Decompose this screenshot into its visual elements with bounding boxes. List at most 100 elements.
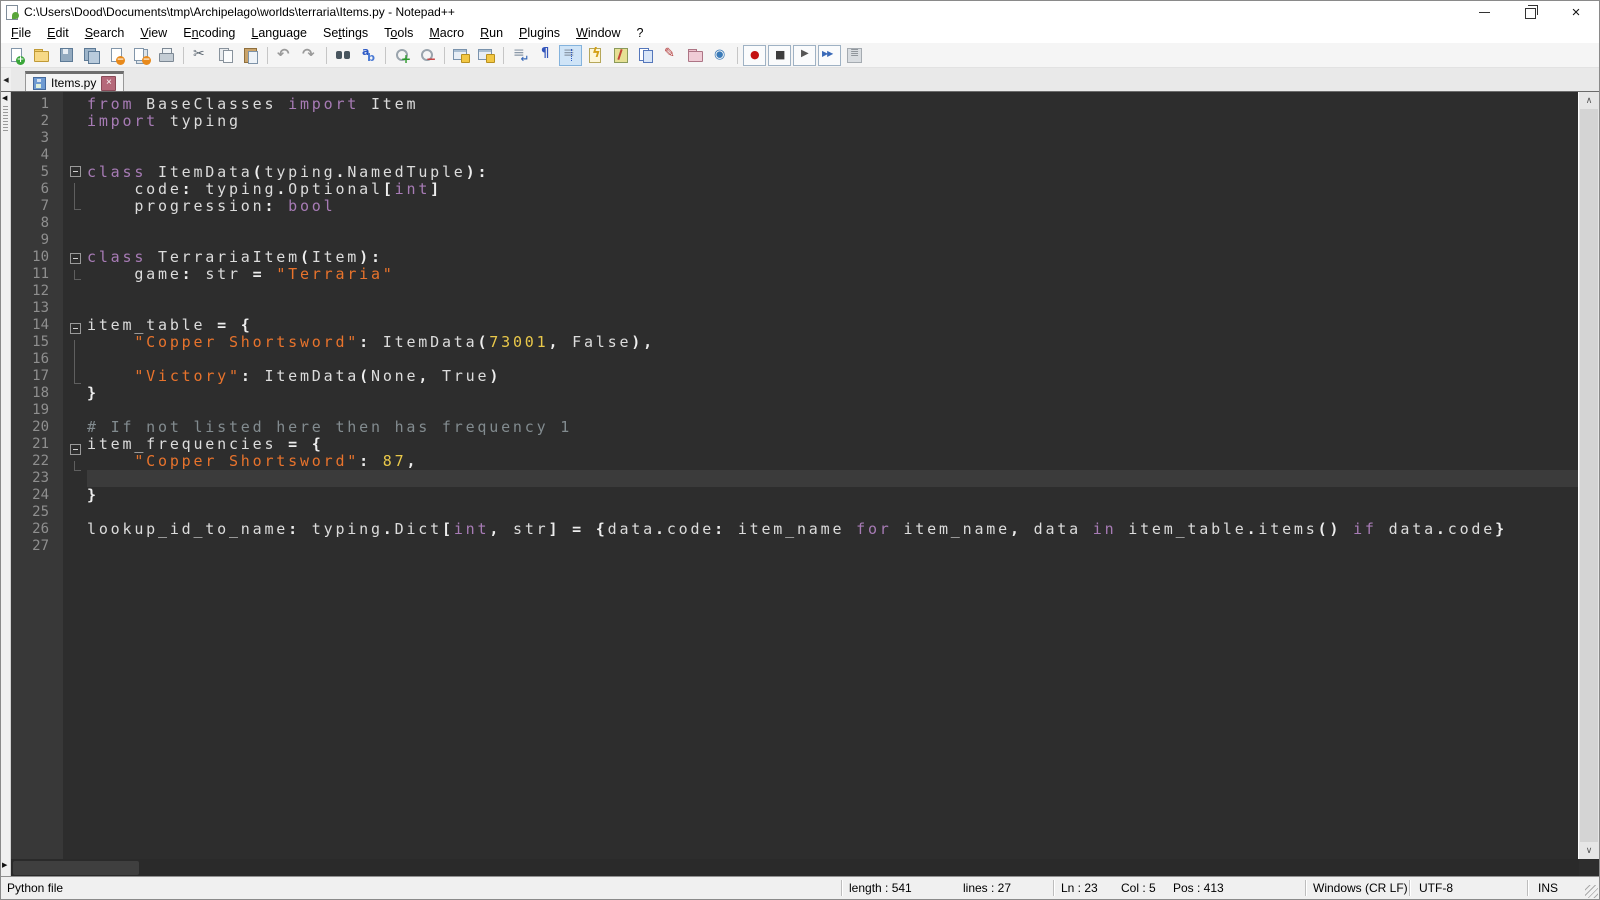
- menu-window[interactable]: Window: [568, 24, 628, 42]
- menu-help[interactable]: ?: [629, 24, 652, 42]
- zoom-out-icon: [419, 47, 436, 63]
- fold-guide-end: [63, 374, 87, 391]
- show-indent-guide-button[interactable]: [559, 45, 582, 66]
- new-file-button[interactable]: [5, 45, 28, 66]
- fold-minus-icon[interactable]: [70, 253, 81, 264]
- panel-splitter[interactable]: ◀ ▶: [1, 92, 11, 877]
- macro-run-multiple-button[interactable]: [818, 45, 841, 66]
- zoom-in-button[interactable]: [391, 45, 414, 66]
- notepad-plus-plus-app-icon: [5, 5, 19, 19]
- scroll-up-icon[interactable]: ∧: [1579, 92, 1599, 109]
- sync-vertical-scrolling-button[interactable]: [450, 45, 473, 66]
- menu-edit[interactable]: Edit: [39, 24, 77, 42]
- menu-plugins[interactable]: Plugins: [511, 24, 568, 42]
- resize-grip[interactable]: [1585, 885, 1598, 898]
- menu-macro[interactable]: Macro: [421, 24, 472, 42]
- code-line: [87, 351, 1579, 368]
- status-cursor-col: Col : 5: [1121, 881, 1156, 895]
- cut-button[interactable]: [189, 45, 212, 66]
- paste-button[interactable]: [239, 45, 262, 66]
- code-line: code: typing.Optional[int]: [87, 181, 1579, 198]
- splitter-collapse-left-icon[interactable]: ◀: [2, 94, 7, 102]
- open-button[interactable]: [30, 45, 53, 66]
- macro-save-button[interactable]: [843, 45, 866, 66]
- fold-margin[interactable]: [63, 92, 87, 859]
- current-line: [87, 470, 1579, 487]
- document-list-button[interactable]: [634, 45, 657, 66]
- status-eol-format[interactable]: Windows (CR LF): [1313, 881, 1408, 895]
- menu-search[interactable]: Search: [77, 24, 133, 42]
- fold-cell: [63, 96, 87, 113]
- word-wrap-button[interactable]: [509, 45, 532, 66]
- fold-guide-line: [63, 357, 87, 374]
- show-indent-guide-icon: [562, 47, 579, 63]
- line-number: 20: [11, 419, 63, 436]
- menu-language[interactable]: Language: [243, 24, 315, 42]
- menu-file[interactable]: File: [3, 24, 39, 42]
- window-controls: ×: [1461, 1, 1599, 23]
- fold-collapse-marker[interactable]: [63, 444, 87, 461]
- fold-minus-icon[interactable]: [70, 166, 81, 177]
- function-list-icon: [587, 47, 604, 63]
- tab-close-icon[interactable]: ×: [101, 76, 116, 91]
- fold-minus-icon[interactable]: [70, 444, 81, 455]
- splitter-grip: [3, 106, 8, 132]
- print-button[interactable]: [155, 45, 178, 66]
- document-map-button[interactable]: [609, 45, 632, 66]
- undo-button[interactable]: [273, 45, 296, 66]
- menu-encoding[interactable]: Encoding: [175, 24, 243, 42]
- close-button[interactable]: [105, 45, 128, 66]
- replace-button[interactable]: [357, 45, 380, 66]
- horizontal-scrollbar[interactable]: [11, 859, 1579, 877]
- scroll-down-icon[interactable]: ∨: [1579, 842, 1599, 859]
- macro-stop-button[interactable]: [768, 45, 791, 66]
- fold-cell: [63, 512, 87, 529]
- tab-label: Items.py: [51, 76, 96, 90]
- sync-horizontal-scrolling-button[interactable]: [475, 45, 498, 66]
- restore-button[interactable]: [1507, 1, 1553, 23]
- splitter-expand-right-icon[interactable]: ▶: [2, 861, 7, 869]
- word-wrap-icon: [512, 47, 529, 63]
- macro-record-button[interactable]: [743, 45, 766, 66]
- fold-collapse-marker[interactable]: [63, 323, 87, 340]
- fold-minus-icon[interactable]: [70, 323, 81, 334]
- horizontal-scrollbar-thumb[interactable]: [13, 861, 139, 875]
- minimize-button[interactable]: [1461, 1, 1507, 23]
- monitoring-button[interactable]: [709, 45, 732, 66]
- close-all-button[interactable]: [130, 45, 153, 66]
- vertical-scrollbar[interactable]: ∧ ∨: [1578, 92, 1599, 859]
- zoom-out-button[interactable]: [416, 45, 439, 66]
- redo-button[interactable]: [298, 45, 321, 66]
- cut-icon: [192, 47, 209, 63]
- line-number: 11: [11, 266, 63, 283]
- code-text-area[interactable]: from BaseClasses import Itemimport typin…: [87, 92, 1579, 859]
- line-number: 15: [11, 334, 63, 351]
- find-button[interactable]: [332, 45, 355, 66]
- save-all-button[interactable]: [80, 45, 103, 66]
- define-language-button[interactable]: [659, 45, 682, 66]
- copy-button[interactable]: [214, 45, 237, 66]
- status-insert-mode[interactable]: INS: [1538, 881, 1558, 895]
- tab-scroll-left-icon[interactable]: ◀: [1, 68, 11, 92]
- code-line: progression: bool: [87, 198, 1579, 215]
- folder-as-workspace-button[interactable]: [684, 45, 707, 66]
- menu-tools[interactable]: Tools: [376, 24, 421, 42]
- close-button[interactable]: ×: [1553, 1, 1599, 23]
- show-all-characters-button[interactable]: [534, 45, 557, 66]
- saved-file-icon: [33, 77, 46, 90]
- save-button[interactable]: [55, 45, 78, 66]
- vertical-scrollbar-thumb[interactable]: [1580, 109, 1598, 842]
- macro-playback-button[interactable]: [793, 45, 816, 66]
- tab-items-py[interactable]: Items.py ×: [25, 71, 124, 92]
- line-number: 7: [11, 198, 63, 215]
- fold-collapse-marker[interactable]: [63, 253, 87, 270]
- line-number-margin[interactable]: 1234567891011121314151617181920212223242…: [11, 92, 63, 859]
- menu-settings[interactable]: Settings: [315, 24, 376, 42]
- status-divider: [1527, 880, 1528, 896]
- fold-collapse-marker[interactable]: [63, 166, 87, 183]
- status-encoding[interactable]: UTF-8: [1419, 881, 1453, 895]
- function-list-button[interactable]: [584, 45, 607, 66]
- menu-run[interactable]: Run: [472, 24, 511, 42]
- status-length: length : 541: [849, 881, 912, 895]
- menu-view[interactable]: View: [132, 24, 175, 42]
